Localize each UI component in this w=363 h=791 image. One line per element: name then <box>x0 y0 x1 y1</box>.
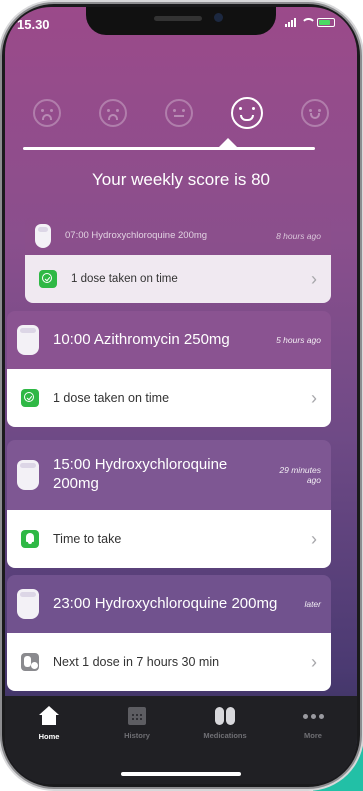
mood-selector <box>33 97 329 129</box>
card-time: 29 minutes ago <box>279 465 321 485</box>
very-sad-face-icon[interactable] <box>33 99 61 127</box>
chevron-right-icon: › <box>311 651 317 672</box>
tab-more[interactable]: More <box>278 706 348 784</box>
card-status-row[interactable]: 1 dose taken on time › <box>7 369 331 427</box>
card-header: 15:00 Hydroxychloroquine 200mg 29 minute… <box>7 440 331 510</box>
home-icon <box>38 706 60 726</box>
tab-label: History <box>124 731 150 740</box>
home-indicator[interactable] <box>121 772 241 776</box>
pill-clock-icon <box>21 653 39 671</box>
medications-icon <box>214 707 236 725</box>
card-title: 07:00 Hydroxychloroquine 200mg <box>65 230 208 242</box>
card-message: 1 dose taken on time <box>53 391 170 405</box>
card-header: 23:00 Hydroxychloroquine 200mg later <box>7 575 331 633</box>
tab-label: Home <box>38 732 60 741</box>
happy-face-icon[interactable] <box>231 97 263 129</box>
card-header: 10:00 Azithromycin 250mg 5 hours ago <box>7 311 331 369</box>
calendar-icon <box>128 707 146 725</box>
card-message: Time to take <box>53 532 122 546</box>
card-time: 8 hours ago <box>276 231 321 241</box>
pill-bottle-icon <box>17 460 39 490</box>
battery-icon <box>317 18 335 27</box>
check-icon <box>21 389 39 407</box>
card-header: 07:00 Hydroxychloroquine 200mg 8 hours a… <box>25 217 331 255</box>
chevron-right-icon: › <box>311 528 317 549</box>
weekly-score: Your weekly score is 80 <box>92 170 270 189</box>
bell-icon <box>21 530 39 548</box>
tab-bar: Home History Medications More <box>5 696 357 784</box>
wifi-icon <box>301 18 316 27</box>
card-time: later <box>304 599 321 609</box>
score-pointer <box>219 138 237 147</box>
tab-label: Medications <box>203 731 247 740</box>
pill-bottle-icon <box>17 325 39 355</box>
card-message: 1 dose taken on time <box>71 273 178 285</box>
pill-bottle-icon <box>17 589 39 619</box>
medication-card[interactable]: 15:00 Hydroxychloroquine 200mg 29 minute… <box>7 440 331 568</box>
card-title: 15:00 Hydroxychloroquine 200mg <box>53 456 228 492</box>
medication-card[interactable]: 10:00 Azithromycin 250mg 5 hours ago 1 d… <box>7 311 331 427</box>
card-status-row[interactable]: 1 dose taken on time › <box>25 255 331 303</box>
phone-frame: 15.30 Your weekly score is 80 07:00 Hydr… <box>2 4 360 787</box>
chevron-right-icon: › <box>311 387 317 408</box>
card-status-row[interactable]: Time to take › <box>7 510 331 568</box>
check-icon <box>39 270 57 288</box>
more-icon <box>302 707 324 725</box>
tab-label: More <box>304 731 322 740</box>
card-status-row[interactable]: Next 1 dose in 7 hours 30 min › <box>7 633 331 691</box>
card-time: 5 hours ago <box>276 335 321 345</box>
status-time: 15.30 <box>17 17 50 32</box>
card-title: 23:00 Hydroxychloroquine 200mg <box>53 594 278 612</box>
neutral-face-icon[interactable] <box>165 99 193 127</box>
score-track <box>23 147 315 150</box>
tab-home[interactable]: Home <box>14 706 84 784</box>
status-indicators <box>285 18 335 27</box>
sad-face-icon[interactable] <box>99 99 127 127</box>
chevron-right-icon: › <box>311 268 317 289</box>
very-happy-face-icon[interactable] <box>301 99 329 127</box>
signal-icon <box>285 18 296 27</box>
medication-card[interactable]: 07:00 Hydroxychloroquine 200mg 8 hours a… <box>25 217 331 303</box>
pill-bottle-icon <box>35 224 51 248</box>
medication-card[interactable]: 23:00 Hydroxychloroquine 200mg later Nex… <box>7 575 331 691</box>
card-message: Next 1 dose in 7 hours 30 min <box>53 655 220 669</box>
status-bar: 15.30 <box>5 7 357 43</box>
card-title: 10:00 Azithromycin 250mg <box>53 330 230 348</box>
app-screen: 15.30 Your weekly score is 80 07:00 Hydr… <box>5 7 357 784</box>
